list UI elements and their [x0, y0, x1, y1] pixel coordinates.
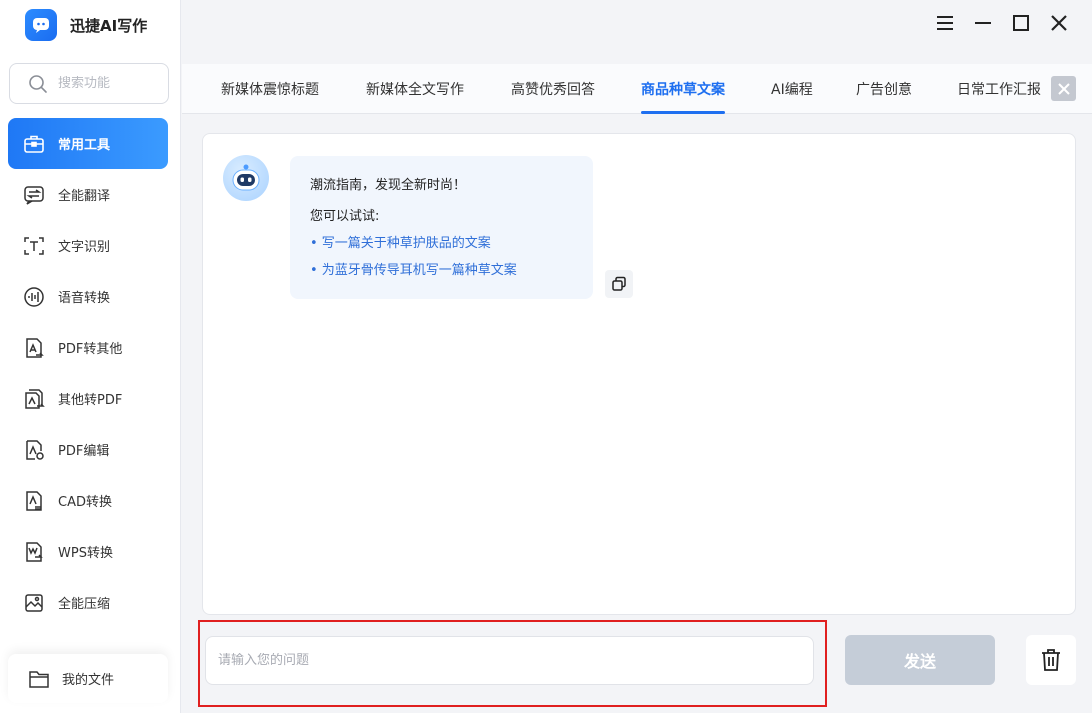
greeting-text: 潮流指南，发现全新时尚！: [310, 178, 467, 193]
robot-icon: [232, 164, 260, 191]
translate-icon: [22, 183, 46, 207]
my-files-label: 我的文件: [62, 673, 115, 688]
sidebar-item-label: 全能压缩: [58, 597, 111, 612]
sidebar: 迅捷AI写作 常用工具 全能翻译 文字识别 语音转: [0, 0, 181, 713]
tab-top-answer[interactable]: 高赞优秀回答: [511, 64, 595, 114]
sidebar-item-label: 全能翻译: [58, 189, 111, 204]
sidebar-nav: 常用工具 全能翻译 文字识别 语音转换 PDF转其他 其他转PDF PDF编辑 …: [8, 118, 168, 628]
sidebar-item-pdf-edit[interactable]: PDF编辑: [8, 424, 168, 475]
minimize-icon[interactable]: [972, 12, 994, 34]
cad-icon: [22, 489, 46, 513]
tab-shock-title[interactable]: 新媒体震惊标题: [221, 64, 319, 114]
chat-panel: 潮流指南，发现全新时尚！ 您可以试试: • 写一篇关于种草护肤品的文案 • 为蓝…: [202, 133, 1076, 615]
close-icon[interactable]: [1048, 12, 1070, 34]
question-input[interactable]: [218, 653, 813, 668]
tab-close-button[interactable]: [1051, 76, 1076, 101]
clear-button[interactable]: [1026, 635, 1076, 685]
sidebar-item-compress[interactable]: 全能压缩: [8, 577, 168, 628]
copy-icon: [612, 276, 626, 291]
tab-product-copy[interactable]: 商品种草文案: [626, 64, 740, 114]
sidebar-item-ocr[interactable]: 文字识别: [8, 220, 168, 271]
to-pdf-icon: [22, 387, 46, 411]
sidebar-item-label: 语音转换: [58, 291, 111, 306]
sidebar-item-voice[interactable]: 语音转换: [8, 271, 168, 322]
suggestion-item[interactable]: • 写一篇关于种草护肤品的文案: [310, 232, 573, 251]
sidebar-item-label: CAD转换: [58, 495, 112, 510]
app-logo-icon: [25, 9, 57, 41]
tab-full-article[interactable]: 新媒体全文写作: [366, 64, 464, 114]
sidebar-item-pdf-to-other[interactable]: PDF转其他: [8, 322, 168, 373]
sidebar-item-label: PDF转其他: [58, 342, 123, 357]
question-input-box[interactable]: [205, 636, 814, 685]
copy-button[interactable]: [605, 270, 633, 298]
bot-message: 潮流指南，发现全新时尚！ 您可以试试: • 写一篇关于种草护肤品的文案 • 为蓝…: [290, 156, 593, 299]
search-box[interactable]: [9, 63, 169, 104]
toolbox-icon: [22, 132, 46, 156]
sidebar-item-cad[interactable]: CAD转换: [8, 475, 168, 526]
trash-icon: [1042, 649, 1060, 671]
sidebar-item-tools[interactable]: 常用工具: [8, 118, 168, 169]
try-label: 您可以试试:: [310, 209, 380, 224]
compress-icon: [22, 591, 46, 615]
text-scan-icon: [22, 234, 46, 258]
sidebar-item-label: 常用工具: [58, 138, 111, 153]
window-controls: [934, 12, 1070, 34]
sidebar-item-label: PDF编辑: [58, 444, 110, 459]
maximize-icon[interactable]: [1010, 12, 1032, 34]
tab-daily-report[interactable]: 日常工作汇报: [957, 64, 1041, 114]
close-icon: [1057, 82, 1070, 95]
voice-icon: [22, 285, 46, 309]
my-files-button[interactable]: 我的文件: [8, 654, 168, 703]
search-icon: [29, 74, 47, 93]
pdf-edit-icon: [22, 438, 46, 462]
send-button[interactable]: 发送: [845, 635, 995, 685]
sidebar-item-label: 文字识别: [58, 240, 111, 255]
sidebar-item-label: WPS转换: [58, 546, 113, 561]
bot-avatar: [223, 155, 269, 201]
tab-ad-idea[interactable]: 广告创意: [856, 64, 912, 114]
sidebar-item-label: 其他转PDF: [58, 393, 123, 408]
pdf-convert-icon: [22, 336, 46, 360]
wps-icon: [22, 540, 46, 564]
menu-icon[interactable]: [934, 12, 956, 34]
search-input[interactable]: [58, 76, 158, 91]
tab-ai-coding[interactable]: AI编程: [771, 64, 813, 114]
sidebar-item-wps[interactable]: WPS转换: [8, 526, 168, 577]
sidebar-item-translate[interactable]: 全能翻译: [8, 169, 168, 220]
suggestion-item[interactable]: • 为蓝牙骨传导耳机写一篇种草文案: [310, 259, 573, 278]
app-header: 迅捷AI写作: [25, 8, 147, 42]
app-title: 迅捷AI写作: [70, 16, 148, 35]
sidebar-item-other-to-pdf[interactable]: 其他转PDF: [8, 373, 168, 424]
folder-icon: [28, 669, 50, 689]
tab-bar: 新媒体震惊标题 新媒体全文写作 高赞优秀回答 商品种草文案 AI编程 广告创意 …: [182, 64, 1092, 114]
